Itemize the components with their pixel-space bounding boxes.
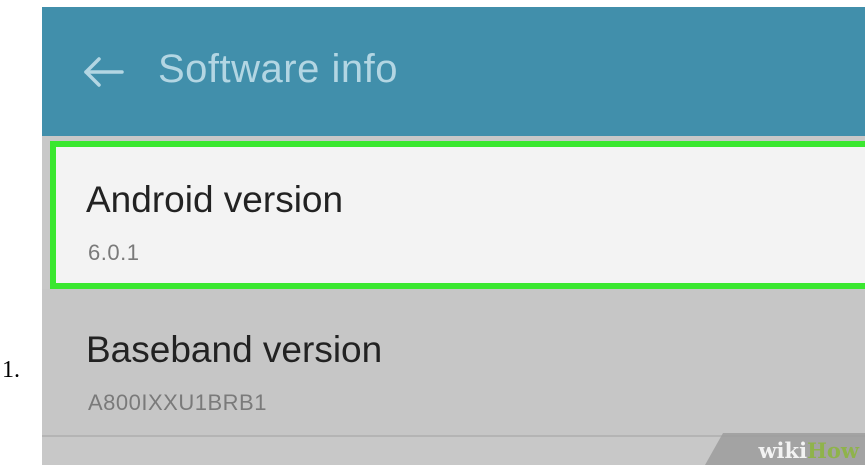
setting-title: Android version bbox=[86, 179, 344, 220]
setting-title: Baseband version bbox=[86, 329, 383, 370]
watermark-text: wikiHow bbox=[758, 438, 859, 463]
setting-value: 6.0.1 bbox=[88, 240, 140, 265]
phone-screen: Software info Android version 6.0.1 Base… bbox=[42, 7, 865, 465]
arrow-left-icon[interactable] bbox=[82, 56, 124, 88]
step-number: 1. bbox=[2, 357, 20, 383]
watermark-wiki: wiki bbox=[758, 438, 808, 463]
page: 1. Software info Android version 6.0.1 B… bbox=[0, 0, 865, 465]
app-title: Software info bbox=[158, 47, 398, 91]
settings-item-android-version[interactable]: Android version 6.0.1 bbox=[50, 141, 865, 289]
settings-item-baseband-version[interactable]: Baseband version A800IXXU1BRB1 bbox=[42, 289, 865, 435]
setting-value: A800IXXU1BRB1 bbox=[88, 390, 267, 415]
watermark-how: How bbox=[807, 438, 859, 463]
wikihow-watermark: wikiHow bbox=[705, 425, 865, 465]
app-bar: Software info bbox=[42, 7, 865, 136]
